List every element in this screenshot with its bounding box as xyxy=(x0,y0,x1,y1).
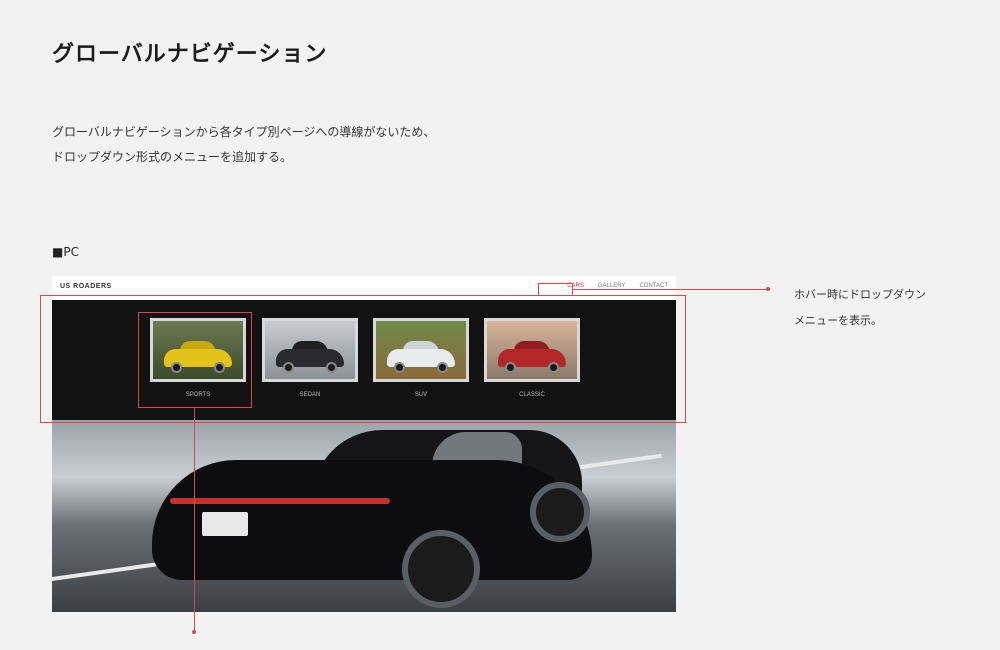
dropdown-highlight-box xyxy=(40,295,686,423)
page-description: グローバルナビゲーションから各タイプ別ページへの導線がないため、 ドロップダウン… xyxy=(52,120,435,170)
item-connector-dot xyxy=(192,630,196,634)
hover-callout: ホバー時にドロップダウン メニューを表示。 xyxy=(794,282,926,334)
callout-line: メニューを表示。 xyxy=(794,314,882,327)
hero-image xyxy=(52,420,676,612)
item-highlight-box xyxy=(138,312,252,408)
callout-line: ホバー時にドロップダウン xyxy=(794,288,926,301)
callout-connector-line xyxy=(573,289,768,290)
nav-hover-highlight-box xyxy=(538,283,573,296)
item-connector-line xyxy=(194,408,195,632)
callout-connector-dot xyxy=(766,287,770,291)
description-line: ドロップダウン形式のメニューを追加する。 xyxy=(52,150,293,164)
page-title: グローバルナビゲーション xyxy=(52,42,328,67)
description-line: グローバルナビゲーションから各タイプ別ページへの導線がないため、 xyxy=(52,125,436,139)
mockup-logo: US ROADERS xyxy=(60,283,112,290)
section-label-pc: ■PC xyxy=(52,245,79,259)
